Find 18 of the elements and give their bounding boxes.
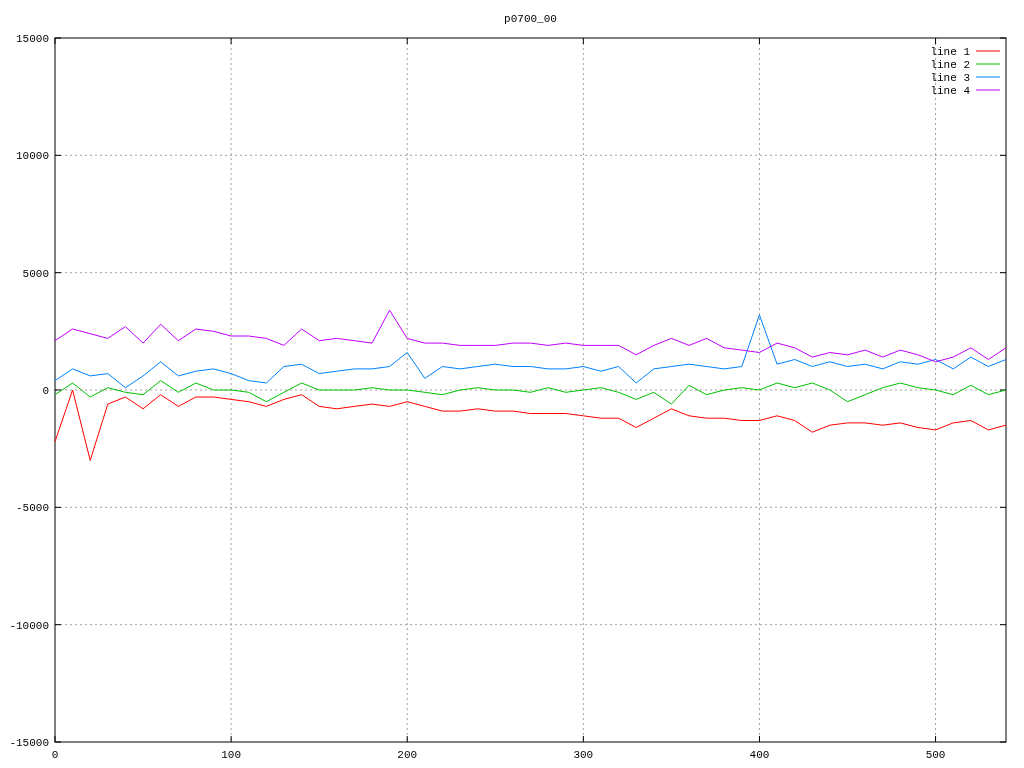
chart-title: p0700_00 xyxy=(504,13,557,25)
y-axis-label: -5000 xyxy=(16,502,49,515)
legend-label: line 1 xyxy=(930,46,970,58)
legend-label: line 3 xyxy=(930,72,970,84)
x-axis-label: 400 xyxy=(749,749,770,761)
legend-label: line 4 xyxy=(930,85,970,97)
y-axis-label: 0 xyxy=(42,385,49,397)
y-axis-label: 5000 xyxy=(22,267,49,280)
x-axis-label: 200 xyxy=(397,749,418,761)
y-axis-label: 10000 xyxy=(16,150,49,163)
y-axis-label: 15000 xyxy=(16,33,49,45)
legend-label: line 2 xyxy=(930,59,970,71)
x-axis-label: 300 xyxy=(573,749,594,761)
x-axis-label: 0 xyxy=(51,749,59,761)
y-axis-label: -10000 xyxy=(9,619,49,632)
x-axis-label: 500 xyxy=(925,749,946,761)
x-axis-label: 100 xyxy=(221,749,241,761)
y-axis-label: -15000 xyxy=(9,737,49,749)
